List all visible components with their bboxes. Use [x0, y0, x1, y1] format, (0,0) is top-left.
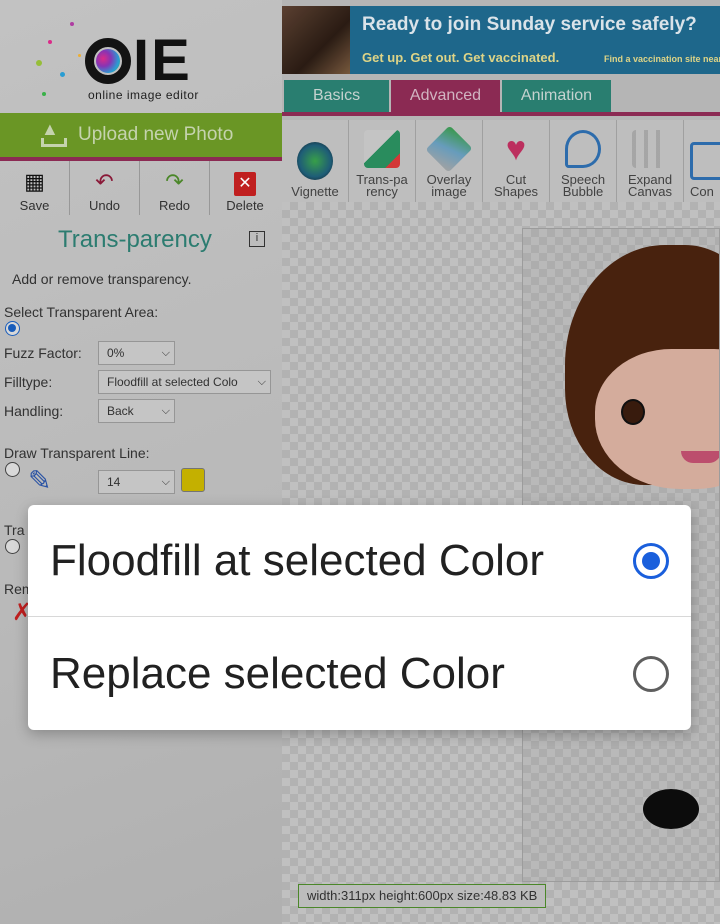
option-label: Replace selected Color	[50, 649, 505, 698]
dim-overlay[interactable]	[0, 0, 720, 924]
option-floodfill[interactable]: Floodfill at selected Color	[28, 505, 691, 617]
option-replace[interactable]: Replace selected Color	[28, 618, 691, 730]
option-label: Floodfill at selected Color	[50, 535, 545, 585]
radio-selected-icon[interactable]	[633, 542, 669, 579]
filltype-options-dialog: Floodfill at selected Color Replace sele…	[28, 505, 691, 730]
radio-unselected-icon[interactable]	[633, 656, 669, 692]
